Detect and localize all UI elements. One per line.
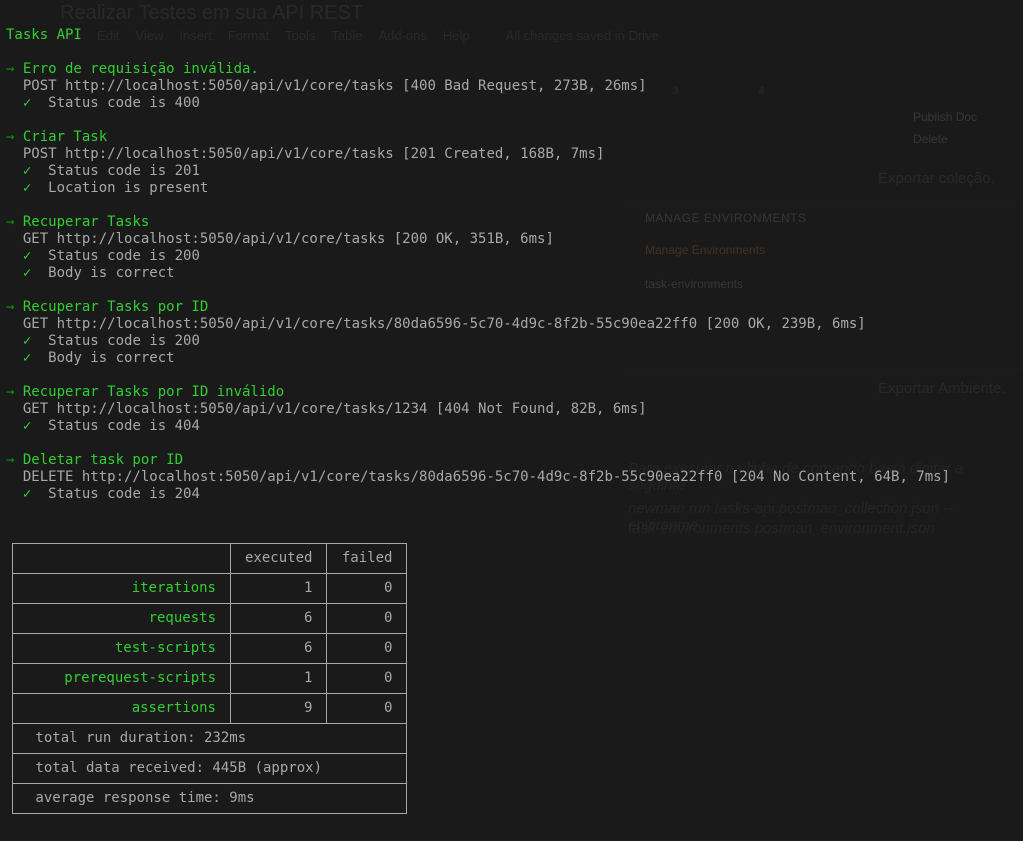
arrow-icon: → (6, 384, 23, 400)
row-label: iterations (13, 574, 231, 604)
check-icon: ✓ (23, 248, 31, 264)
table-header-failed: failed (327, 544, 407, 574)
test-block: → Recuperar Tasks GET http://localhost:5… (6, 214, 1017, 282)
request-line: POST http://localhost:5050/api/v1/core/t… (23, 146, 605, 162)
test-block: → Recuperar Tasks por ID inválido GET ht… (6, 384, 1017, 435)
assertion-text: Status code is 400 (48, 95, 200, 111)
test-name: Recuperar Tasks por ID inválido (23, 384, 284, 400)
test-block: → Erro de requisição inválida. POST http… (6, 61, 1017, 112)
row-executed: 1 (231, 574, 327, 604)
row-executed: 6 (231, 634, 327, 664)
row-label: assertions (13, 694, 231, 724)
row-failed: 0 (327, 604, 407, 634)
test-block: → Deletar task por ID DELETE http://loca… (6, 452, 1017, 503)
check-icon: ✓ (23, 163, 31, 179)
request-line: GET http://localhost:5050/api/v1/core/ta… (23, 401, 647, 417)
check-icon: ✓ (23, 333, 31, 349)
assertion-text: Body is correct (48, 265, 174, 281)
arrow-icon: → (6, 214, 23, 230)
assertion-text: Status code is 204 (48, 486, 200, 502)
table-header-blank (13, 544, 231, 574)
table-row: iterations10 (13, 574, 407, 604)
test-name: Recuperar Tasks por ID (23, 299, 208, 315)
assertion-text: Status code is 200 (48, 333, 200, 349)
arrow-icon: → (6, 299, 23, 315)
table-row: assertions90 (13, 694, 407, 724)
table-header-executed: executed (231, 544, 327, 574)
total-line: average response time: 9ms (13, 784, 407, 814)
test-block: → Criar Task POST http://localhost:5050/… (6, 129, 1017, 197)
check-icon: ✓ (23, 418, 31, 434)
row-label: requests (13, 604, 231, 634)
check-icon: ✓ (23, 486, 31, 502)
summary-table: executed failed iterations10requests60te… (12, 543, 407, 814)
test-block: → Recuperar Tasks por ID GET http://loca… (6, 299, 1017, 367)
row-label: prerequest-scripts (13, 664, 231, 694)
table-total-row: total data received: 445B (approx) (13, 754, 407, 784)
table-total-row: average response time: 9ms (13, 784, 407, 814)
row-failed: 0 (327, 664, 407, 694)
row-failed: 0 (327, 634, 407, 664)
test-name: Deletar task por ID (23, 452, 183, 468)
table-row: prerequest-scripts10 (13, 664, 407, 694)
test-name: Recuperar Tasks (23, 214, 149, 230)
arrow-icon: → (6, 61, 23, 77)
request-line: GET http://localhost:5050/api/v1/core/ta… (23, 231, 554, 247)
assertion-text: Status code is 200 (48, 248, 200, 264)
check-icon: ✓ (23, 350, 31, 366)
request-line: POST http://localhost:5050/api/v1/core/t… (23, 78, 647, 94)
test-name: Erro de requisição inválida. (23, 61, 259, 77)
request-line: DELETE http://localhost:5050/api/v1/core… (23, 469, 950, 485)
table-row: requests60 (13, 604, 407, 634)
row-executed: 1 (231, 664, 327, 694)
assertion-text: Body is correct (48, 350, 174, 366)
total-line: total run duration: 232ms (13, 724, 407, 754)
arrow-icon: → (6, 129, 23, 145)
table-header-row: executed failed (13, 544, 407, 574)
request-line: GET http://localhost:5050/api/v1/core/ta… (23, 316, 866, 332)
check-icon: ✓ (23, 265, 31, 281)
row-executed: 9 (231, 694, 327, 724)
assertion-text: Status code is 404 (48, 418, 200, 434)
test-name: Criar Task (23, 129, 107, 145)
assertion-text: Location is present (48, 180, 208, 196)
assertion-text: Status code is 201 (48, 163, 200, 179)
table-total-row: total run duration: 232ms (13, 724, 407, 754)
total-line: total data received: 445B (approx) (13, 754, 407, 784)
terminal-output: Tasks API → Erro de requisição inválida.… (0, 0, 1023, 841)
check-icon: ✓ (23, 95, 31, 111)
row-label: test-scripts (13, 634, 231, 664)
check-icon: ✓ (23, 180, 31, 196)
row-failed: 0 (327, 694, 407, 724)
collection-title: Tasks API (6, 27, 1017, 44)
row-failed: 0 (327, 574, 407, 604)
table-row: test-scripts60 (13, 634, 407, 664)
row-executed: 6 (231, 604, 327, 634)
arrow-icon: → (6, 452, 23, 468)
